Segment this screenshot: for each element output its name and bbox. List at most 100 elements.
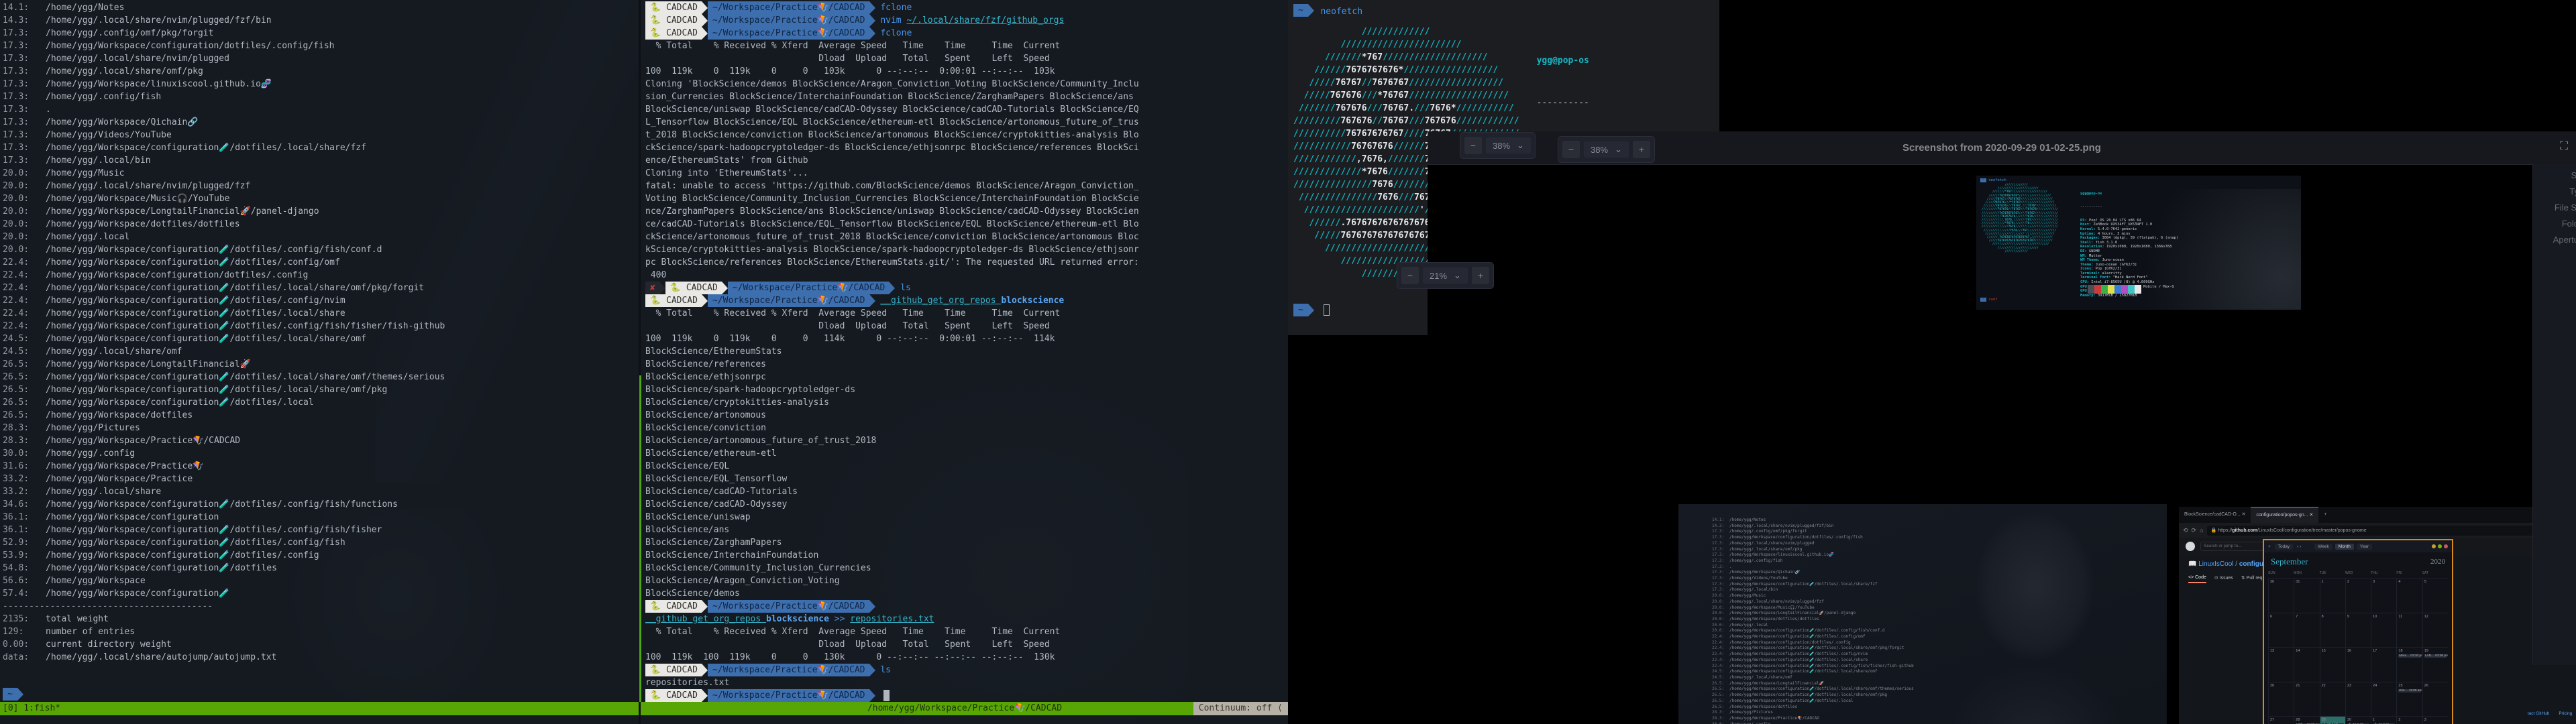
desktop-screenshot: 14.1:/home/ygg/Notes14.3:/home/ygg/.loca… bbox=[0, 0, 2576, 724]
terminal-line: BlockScience/conviction bbox=[645, 422, 1285, 434]
calendar-cell[interactable]: 24 bbox=[2371, 682, 2396, 717]
calendar-cell[interactable]: 23 bbox=[2345, 682, 2371, 717]
calendar-cell[interactable]: 14 bbox=[2294, 647, 2319, 682]
list-item: 14.3:/home/ygg/.local/share/nvim/plugged… bbox=[3, 14, 639, 27]
powerline-arrow-icon bbox=[1308, 4, 1314, 17]
list-item: 22.4:/home/ygg/Workspace/configuration/d… bbox=[1712, 640, 1914, 646]
calendar-cell[interactable]: 6 bbox=[2268, 613, 2294, 648]
zoom-in-icon[interactable]: + bbox=[1633, 141, 1650, 158]
list-item: 17.3:/home/ygg/.config/fish bbox=[1712, 558, 1914, 564]
zoom-control-b[interactable]: − 38%⌄ + bbox=[1558, 136, 1655, 163]
list-item: 20.0:/home/ygg/Workspace/dotfiles/dotfil… bbox=[1712, 617, 1914, 623]
command-text: neofetch bbox=[1320, 7, 1362, 17]
calendar-cell[interactable]: 10 bbox=[2371, 613, 2396, 648]
autojump-list-pane[interactable]: 14.1:/home/ygg/Notes14.3:/home/ygg/.loca… bbox=[3, 1, 639, 664]
calendar-cell[interactable]: 11 bbox=[2396, 613, 2422, 648]
tmux-status-bar-middle[interactable]: /home/ygg/Workspace/Practice🪁/CADCAD Con… bbox=[641, 702, 1288, 715]
list-item: 20.0:/home/ygg/Workspace/LongtailFinanci… bbox=[3, 205, 639, 218]
calendar-cell[interactable]: 17 bbox=[2371, 647, 2396, 682]
tmux-session-path: /home/ygg/Workspace/Practice🪁/CADCAD bbox=[867, 703, 1062, 713]
calendar-cell[interactable]: 1🌡 16.2 °C bbox=[2371, 716, 2396, 724]
calendar-cell[interactable]: 5 bbox=[2422, 578, 2448, 613]
list-item: 22.4:/home/ygg/Workspace/configuration🧪/… bbox=[3, 294, 639, 307]
calendar-cell[interactable]: 1 bbox=[2320, 578, 2345, 613]
terminal-color-palette bbox=[2088, 285, 2141, 294]
calendar-cell[interactable]: 12 bbox=[2422, 613, 2448, 648]
zoom-in-icon[interactable]: + bbox=[1472, 267, 1489, 284]
zoom-out-icon[interactable]: − bbox=[1562, 141, 1580, 158]
calendar-cell[interactable]: 27 bbox=[2268, 716, 2294, 724]
zoom-out-icon[interactable]: − bbox=[1401, 267, 1419, 284]
list-item: 22.4:/home/ygg/Workspace/configuration🧪/… bbox=[3, 307, 639, 320]
screenshot-image-moon-neofetch[interactable]: ~neofetch ///////////// ////////////////… bbox=[1976, 176, 2301, 310]
calendar-cell[interactable]: 22 bbox=[2320, 682, 2345, 717]
zoom-level: 38% bbox=[1591, 145, 1608, 155]
gnome-calendar-window[interactable]: + Today ‹ › WeekMonthYear September 2020… bbox=[2263, 539, 2453, 724]
calendar-cell[interactable]: 30 bbox=[2268, 578, 2294, 613]
zoom-control-a[interactable]: − 38%⌄ bbox=[1460, 132, 1536, 159]
list-item: 20.0:/home/ygg/Workspace/configuration🧪/… bbox=[1712, 628, 1914, 634]
calendar-cell[interactable]: 9 bbox=[2345, 613, 2371, 648]
terminal-line: Cloning 'BlockScience/demos BlockScience… bbox=[645, 78, 1285, 90]
list-item: 26.5:/home/ygg/Workspace/LongtailFinanci… bbox=[3, 358, 639, 371]
github-footer-links: tact GitHubPricingAPITrainingBlogAbout bbox=[2528, 711, 2576, 716]
terminal-line: kScience/cryptokitties-analysis BlockSci… bbox=[645, 243, 1285, 256]
fish-prompt-left[interactable]: ~ bbox=[3, 688, 23, 701]
calendar-cell[interactable]: 2 bbox=[2345, 578, 2371, 613]
list-item: 17.3:/home/ygg/.local/bin bbox=[3, 154, 639, 167]
back-icon: ⟲ bbox=[2183, 527, 2188, 534]
calendar-cell[interactable]: 4 bbox=[2396, 578, 2422, 613]
list-item: 20.0:/home/ygg/Music bbox=[1712, 593, 1914, 599]
calendar-day-headers: SUNMONTUEWEDTHUFRISAT bbox=[2268, 571, 2448, 575]
terminal-line: nce/ZarghamPapers BlockScience/ans Block… bbox=[645, 205, 1285, 218]
list-item: 17.3:/home/ygg/.local/share/omf/pkg bbox=[1712, 547, 1914, 553]
zoom-control-c[interactable]: − 21%⌄ + bbox=[1397, 262, 1494, 289]
terminal-line: BlockScience/ZarghamPapers bbox=[645, 536, 1285, 549]
calendar-cell[interactable]: 21 bbox=[2294, 682, 2319, 717]
terminal-line: BlockScience/Community_Inclusion_Currenc… bbox=[645, 562, 1285, 575]
calendar-cell[interactable]: 3 bbox=[2422, 716, 2448, 724]
list-item: 26.5:/home/ygg/Workspace/LongtailFinanci… bbox=[1712, 681, 1914, 687]
list-item: 17.3:. bbox=[1712, 564, 1914, 570]
list-item: 53.9:/home/ygg/Workspace/configuration🧪/… bbox=[3, 549, 639, 562]
calendar-cell[interactable]: 8 bbox=[2320, 613, 2345, 648]
browser-tab: BlockScience/cadCAD-O... ✕ bbox=[2179, 507, 2251, 523]
terminal-line: 🐍 CADCAD~/Workspace/Practice🪁/CADCAD __g… bbox=[645, 294, 1285, 307]
tmux-status-bar-left[interactable]: [0] 1:fish* bbox=[0, 702, 641, 715]
autojump-entries: 14.1:/home/ygg/Notes14.3:/home/ygg/.loca… bbox=[3, 1, 639, 600]
list-item: 17.3:/home/ygg/.config/fish bbox=[3, 90, 639, 103]
screenshot-image-helmet-terminal[interactable]: 14.1:/home/ygg/Notes14.3:/home/ygg/.loca… bbox=[1678, 504, 2167, 724]
list-item: 24.5:/home/ygg/.local/share/omf bbox=[1712, 675, 1914, 681]
calendar-cell[interactable]: 25Kim… 11:00 am bbox=[2396, 682, 2422, 717]
calendar-cell[interactable]: 13 bbox=[2268, 647, 2294, 682]
list-item: 22.4:/home/ygg/Workspace/configuration🧪/… bbox=[1712, 658, 1914, 664]
terminal-line: BlockScience/EQL_Tensorflow bbox=[645, 473, 1285, 485]
list-item: 22.4:/home/ygg/Workspace/configuration🧪/… bbox=[1712, 646, 1914, 652]
fish-prompt-neofetch: ~ neofetch bbox=[1293, 4, 1362, 17]
calendar-cell[interactable]: 3 bbox=[2371, 578, 2396, 613]
calendar-cell[interactable]: 7 bbox=[2294, 613, 2319, 648]
calendar-cell[interactable]: 26 bbox=[2422, 682, 2448, 717]
calendar-cell[interactable]: 28UTh… 02:00 pm bbox=[2294, 716, 2319, 724]
host-line: ygg@pop-os bbox=[1537, 56, 1589, 66]
terminal-line: % Total % Received % Xferd Average Speed… bbox=[645, 40, 1285, 52]
mini-prompt-conf: ~conf bbox=[1980, 298, 1998, 302]
cadcad-shell-pane[interactable]: 🐍 CADCAD~/Workspace/Practice🪁/CADCAD fcl… bbox=[645, 1, 1285, 702]
calendar-cell[interactable]: 31 bbox=[2294, 578, 2319, 613]
image-properties-sidebar[interactable]: SiTyFile SiFoldApertu bbox=[2532, 164, 2576, 665]
fish-prompt-idle[interactable]: ~ bbox=[1293, 304, 1330, 316]
terminal-scrollback: 🐍 CADCAD~/Workspace/Practice🪁/CADCAD fcl… bbox=[645, 1, 1285, 702]
calendar-cell[interactable]: 18Meta… 03:30 pm bbox=[2396, 647, 2422, 682]
calendar-cell[interactable]: 19LAD… 03:00 pm bbox=[2422, 647, 2448, 682]
calendar-cell[interactable]: 30🌡 15.6 °CMaz… 01:00 pm bbox=[2345, 716, 2371, 724]
zoom-out-icon[interactable]: − bbox=[1464, 137, 1482, 154]
terminal-line: ce/cadCAD-Tutorials BlockScience/EQL_Ten… bbox=[645, 218, 1285, 231]
calendar-cell[interactable]: 29🌡 18.4 °C bbox=[2320, 716, 2345, 724]
calendar-cell[interactable]: 2 bbox=[2396, 716, 2422, 724]
screenshot-image-browser[interactable]: BlockScience/cadCAD-O... ✕ configuration… bbox=[2179, 507, 2576, 724]
terminal-line: 100 119k 0 119k 0 0 114k 0 --:--:-- 0:00… bbox=[645, 333, 1285, 345]
calendar-cell[interactable]: 16 bbox=[2345, 647, 2371, 682]
calendar-cell[interactable]: 20 bbox=[2268, 682, 2294, 717]
calendar-cell[interactable]: 15 bbox=[2320, 647, 2345, 682]
fullscreen-icon[interactable]: ⛶ bbox=[2560, 139, 2568, 153]
